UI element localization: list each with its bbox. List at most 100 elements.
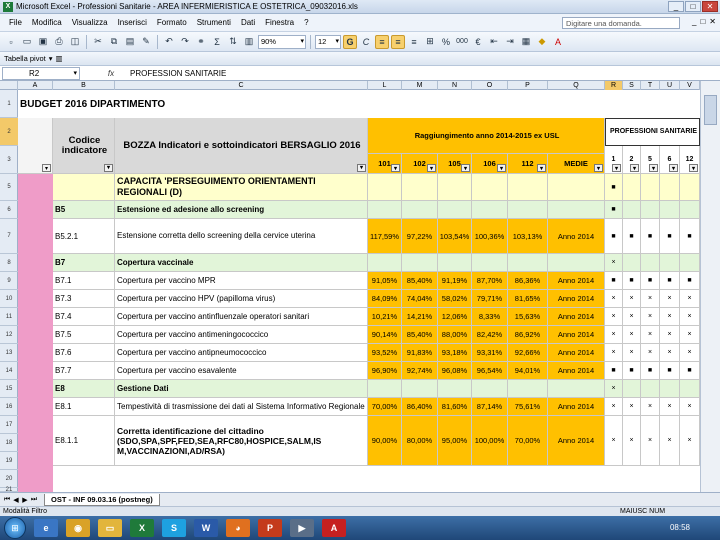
cell-value[interactable]: 117,59%	[368, 219, 402, 254]
header-raggiungimento[interactable]: Raggiungimento anno 2014-2015 ex USL	[368, 118, 605, 154]
autosum-icon[interactable]: Σ	[210, 35, 224, 49]
copy-icon[interactable]: ⧉	[107, 35, 121, 49]
cell-value[interactable]	[368, 174, 402, 201]
cell-value[interactable]: 8,33%	[472, 308, 508, 326]
filter-dropdown-icon[interactable]: ▾	[594, 164, 603, 172]
cell-flag[interactable]: ×	[680, 416, 700, 466]
ask-question-input[interactable]: Digitare una domanda.	[562, 17, 680, 29]
cell-value[interactable]	[402, 254, 438, 272]
cell-flag[interactable]: ■	[660, 362, 680, 380]
align-left-icon[interactable]: ≡	[375, 34, 389, 49]
cell-value[interactable]	[368, 201, 402, 219]
cell-flag[interactable]	[660, 201, 680, 219]
filter-dropdown-icon[interactable]: ▾	[461, 164, 470, 172]
cell-value[interactable]	[508, 380, 548, 398]
sub-header-105[interactable]: 105 ▾	[438, 154, 472, 174]
cell-description[interactable]: Estensione ed adesione allo screening	[115, 201, 368, 219]
increase-indent-icon[interactable]: ⇥	[503, 35, 517, 49]
cell-flag[interactable]: ×	[660, 308, 680, 326]
cell-value[interactable]	[508, 174, 548, 201]
menu-modifica[interactable]: Modifica	[27, 18, 67, 27]
cell-value[interactable]: 103,54%	[438, 219, 472, 254]
cell-code[interactable]: E8.1.1	[53, 416, 115, 466]
cell-value[interactable]	[548, 174, 605, 201]
cell-description[interactable]: Estensione corretta dello screening dell…	[115, 219, 368, 254]
cell-flag[interactable]: ×	[641, 308, 660, 326]
cell-flag[interactable]: ×	[660, 290, 680, 308]
undo-icon[interactable]: ↶	[162, 35, 176, 49]
header-codice[interactable]: Codice indicatore ▾	[53, 118, 115, 174]
cell-description[interactable]: Tempestività di trasmissione dei dati al…	[115, 398, 368, 416]
cell-code[interactable]	[53, 174, 115, 201]
col-header[interactable]: Q	[548, 81, 605, 90]
cell-value[interactable]: 75,61%	[508, 398, 548, 416]
cell-value[interactable]: 93,18%	[438, 344, 472, 362]
print-icon[interactable]: ⎙	[52, 35, 66, 49]
cell-value[interactable]: 86,40%	[402, 398, 438, 416]
filter-dropdown-icon[interactable]: ▾	[427, 164, 436, 172]
sub-header-102[interactable]: 102 ▾	[402, 154, 438, 174]
col-header[interactable]: S	[623, 81, 641, 90]
cell-value[interactable]: 14,21%	[402, 308, 438, 326]
cell-flag[interactable]: ■	[605, 272, 623, 290]
euro-button[interactable]: €	[471, 35, 485, 49]
cell-value[interactable]: 92,66%	[508, 344, 548, 362]
filter-dropdown-icon[interactable]: ▾	[612, 164, 621, 172]
col-header[interactable]: L	[368, 81, 402, 90]
cell-value[interactable]	[402, 174, 438, 201]
cell-description[interactable]: Copertura per vaccino antinfluenzale ope…	[115, 308, 368, 326]
row-header[interactable]: 15	[0, 380, 18, 398]
cell-value[interactable]	[548, 254, 605, 272]
menu-formato[interactable]: Formato	[152, 18, 192, 27]
cell-value[interactable]: 90,14%	[368, 326, 402, 344]
cell-flag[interactable]: ■	[641, 219, 660, 254]
cell-value[interactable]: 93,31%	[472, 344, 508, 362]
cell-description[interactable]: Copertura per vaccino HPV (papilloma vir…	[115, 290, 368, 308]
row-header[interactable]: 18	[0, 434, 18, 452]
cell-flag[interactable]: ×	[605, 380, 623, 398]
open-icon[interactable]: ▭	[20, 35, 34, 49]
cell-value[interactable]: 10,21%	[368, 308, 402, 326]
cell-flag[interactable]: ■	[623, 272, 641, 290]
cell-value[interactable]	[402, 380, 438, 398]
cell-value[interactable]: Anno 2014	[548, 362, 605, 380]
merge-center-icon[interactable]: ⊞	[423, 35, 437, 49]
cell-flag[interactable]: ×	[605, 398, 623, 416]
cell-value[interactable]: 58,02%	[438, 290, 472, 308]
align-center-icon[interactable]: ≡	[391, 34, 405, 49]
cell-flag[interactable]: ■	[641, 272, 660, 290]
powerpoint-icon[interactable]: P	[258, 519, 282, 537]
cell-flag[interactable]: ×	[623, 308, 641, 326]
cell-flag[interactable]	[641, 380, 660, 398]
cell-value[interactable]: Anno 2014	[548, 219, 605, 254]
cell-value[interactable]: 91,19%	[438, 272, 472, 290]
cell-value[interactable]: Anno 2014	[548, 326, 605, 344]
cell-flag[interactable]: ×	[641, 416, 660, 466]
spreadsheet-grid[interactable]: BUDGET 2016 DIPARTIMENTO ▾ Codice indica…	[18, 90, 700, 492]
cell-flag[interactable]: ×	[660, 398, 680, 416]
skype-icon[interactable]: S	[162, 519, 186, 537]
preview-icon[interactable]: ◫	[68, 35, 82, 49]
vertical-scrollbar[interactable]	[700, 81, 720, 492]
cell-code[interactable]: B7.1	[53, 272, 115, 290]
cell-value[interactable]: 74,04%	[402, 290, 438, 308]
prof-header-5[interactable]: 5 ▾	[641, 146, 660, 174]
cell-flag[interactable]: ×	[623, 290, 641, 308]
cell-flag[interactable]	[660, 174, 680, 201]
col-header[interactable]: N	[438, 81, 472, 90]
cell-flag[interactable]	[680, 254, 700, 272]
cell-description[interactable]: Copertura per vaccino esavalente	[115, 362, 368, 380]
cell-value[interactable]: Anno 2014	[548, 416, 605, 466]
sub-header-106[interactable]: 106 ▾	[472, 154, 508, 174]
font-color-icon[interactable]: A	[551, 35, 565, 49]
row-header[interactable]: 17	[0, 416, 18, 434]
acrobat-icon[interactable]: A	[322, 519, 346, 537]
cell-flag[interactable]: ×	[660, 326, 680, 344]
cell-value[interactable]: 82,42%	[472, 326, 508, 344]
menu-finestra[interactable]: Finestra	[260, 18, 299, 27]
filter-dropdown-icon[interactable]: ▾	[391, 164, 400, 172]
cell-flag[interactable]: ×	[641, 398, 660, 416]
cell-value[interactable]	[508, 201, 548, 219]
row-header[interactable]: 7	[0, 219, 18, 254]
cell-value[interactable]: 93,52%	[368, 344, 402, 362]
